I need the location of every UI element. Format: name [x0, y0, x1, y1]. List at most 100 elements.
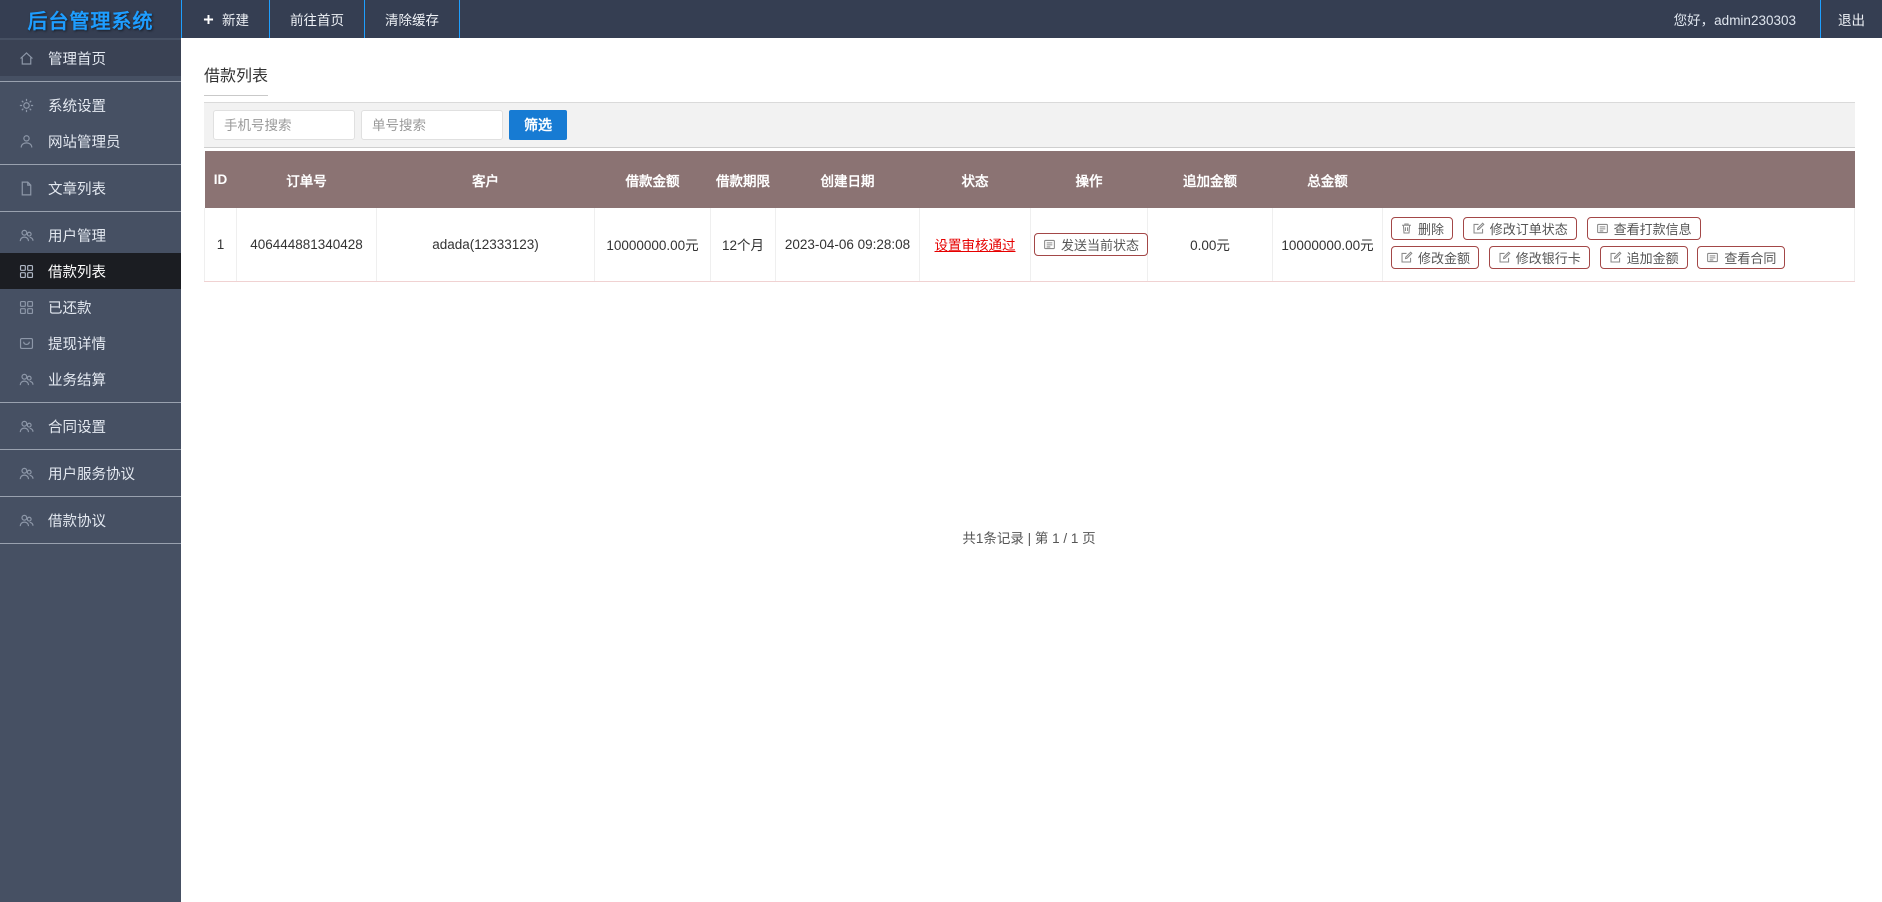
main-content: 借款列表 筛选 ID 订单号 客户 借款金额 借款期限 创建日期 — [181, 38, 1882, 902]
user-icon — [18, 133, 35, 150]
column-header-status: 状态 — [919, 151, 1031, 208]
sidebar-item-repaid[interactable]: 已还款 — [0, 289, 181, 325]
sidebar-item-label: 合同设置 — [48, 419, 106, 436]
column-header-extra-amount: 追加金额 — [1147, 151, 1273, 208]
users-icon — [18, 465, 35, 482]
topnav-new-button[interactable]: 新建 — [181, 0, 269, 38]
users-icon — [18, 227, 35, 244]
grid-icon — [18, 263, 35, 280]
topnav-new-label: 新建 — [222, 13, 249, 28]
cell-order-no: 406444881340428 — [236, 208, 377, 282]
topnav-clear-cache-label: 清除缓存 — [385, 13, 439, 28]
sidebar-item-label: 借款协议 — [48, 513, 106, 530]
sidebar-item-label: 业务结算 — [48, 372, 106, 389]
home-icon — [18, 50, 35, 67]
send-current-status-button[interactable]: 发送当前状态 — [1034, 232, 1149, 256]
edit-bank-card-button[interactable]: 修改银行卡 — [1488, 246, 1590, 270]
phone-search-input[interactable] — [213, 110, 355, 140]
sidebar-item-user-management[interactable]: 用户管理 — [0, 217, 181, 253]
delete-label: 删除 — [1418, 222, 1445, 238]
sidebar-item-label: 网站管理员 — [48, 134, 121, 151]
sidebar-item-site-admins[interactable]: 网站管理员 — [0, 123, 181, 159]
view-contract-button[interactable]: 查看合同 — [1697, 246, 1786, 270]
cell-status: 设置审核通过 — [919, 208, 1031, 282]
loan-table: ID 订单号 客户 借款金额 借款期限 创建日期 状态 操作 追加金额 总金额 … — [204, 151, 1855, 282]
sidebar-divider — [0, 164, 181, 165]
column-header-customer: 客户 — [376, 151, 595, 208]
sidebar-item-label: 文章列表 — [48, 181, 106, 198]
sidebar-item-label: 用户服务协议 — [48, 466, 135, 483]
app-logo: 后台管理系统 — [27, 10, 154, 33]
cell-total-amount: 10000000.00元 — [1272, 208, 1383, 282]
action-line-1: 删除 修改订单状态 查看打款信息 — [1388, 215, 1849, 244]
column-header-operation: 操作 — [1030, 151, 1148, 208]
column-header-actions — [1382, 151, 1855, 208]
trash-icon — [1400, 222, 1413, 235]
pagination: 共1条记录 | 第 1 / 1 页 — [962, 530, 1096, 546]
topbar: 后台管理系统 新建 前往首页 清除缓存 您好，admin230303 退出 — [0, 0, 1882, 38]
users-icon — [18, 418, 35, 435]
document-icon — [18, 180, 35, 197]
user-greeting: 您好，admin230303 — [1673, 13, 1796, 28]
topnav-front-page-button[interactable]: 前往首页 — [269, 0, 364, 38]
action-line-2: 修改金额 修改银行卡 追加金额 查看合同 — [1388, 244, 1849, 273]
topnav: 新建 前往首页 清除缓存 — [181, 0, 460, 38]
sidebar-divider — [0, 449, 181, 450]
cell-created-at: 2023-04-06 09:28:08 — [775, 208, 920, 282]
box-icon — [18, 335, 35, 352]
view-payment-info-button[interactable]: 查看打款信息 — [1586, 217, 1701, 241]
topnav-clear-cache-button[interactable]: 清除缓存 — [364, 0, 460, 38]
edit-bank-card-label: 修改银行卡 — [1515, 251, 1581, 267]
sidebar-item-system-settings[interactable]: 系统设置 — [0, 87, 181, 123]
sidebar-divider — [0, 81, 181, 82]
sidebar-divider — [0, 496, 181, 497]
plus-icon — [202, 13, 215, 26]
users-icon — [18, 512, 35, 529]
edit-order-status-button[interactable]: 修改订单状态 — [1462, 217, 1577, 241]
edit-icon — [1472, 222, 1485, 235]
table-row: 1 406444881340428 adada(12333123) 100000… — [204, 208, 1855, 282]
page-title: 借款列表 — [204, 62, 269, 96]
sidebar-item-label: 已还款 — [48, 300, 92, 317]
send-current-status-label: 发送当前状态 — [1061, 237, 1140, 253]
sidebar-item-admin-home[interactable]: 管理首页 — [0, 40, 181, 76]
sidebar-item-loan-list[interactable]: 借款列表 — [0, 253, 181, 289]
gear-icon — [18, 97, 35, 114]
table-header-row: ID 订单号 客户 借款金额 借款期限 创建日期 状态 操作 追加金额 总金额 — [204, 151, 1855, 208]
column-header-order-no: 订单号 — [236, 151, 377, 208]
cell-actions: 删除 修改订单状态 查看打款信息 修改金额 修改银行卡 追加金额 查看合同 — [1382, 208, 1855, 282]
cell-operation: 发送当前状态 — [1030, 208, 1149, 282]
sidebar-item-contract-settings[interactable]: 合同设置 — [0, 408, 181, 444]
filter-button[interactable]: 筛选 — [509, 110, 567, 140]
column-header-id: ID — [204, 151, 237, 208]
column-header-total-amount: 总金额 — [1272, 151, 1383, 208]
cell-loan-amount: 10000000.00元 — [594, 208, 711, 282]
add-amount-label: 追加金额 — [1626, 251, 1679, 267]
delete-button[interactable]: 删除 — [1391, 217, 1454, 241]
list-icon — [1043, 238, 1056, 251]
logout-button[interactable]: 退出 — [1820, 0, 1882, 38]
sidebar-divider — [0, 543, 181, 544]
edit-amount-label: 修改金额 — [1418, 251, 1471, 267]
status-link[interactable]: 设置审核通过 — [935, 238, 1016, 253]
users-icon — [18, 371, 35, 388]
sidebar: 管理首页 系统设置 网站管理员 文章列表 用户管理 借款列表 已还款 提现详情 … — [0, 38, 181, 902]
sidebar-item-label: 用户管理 — [48, 228, 106, 245]
cell-customer: adada(12333123) — [376, 208, 595, 282]
column-header-loan-amount: 借款金额 — [594, 151, 711, 208]
sidebar-item-label: 系统设置 — [48, 98, 106, 115]
sidebar-item-loan-agreement[interactable]: 借款协议 — [0, 502, 181, 538]
cell-loan-term: 12个月 — [710, 208, 776, 282]
sidebar-item-label: 提现详情 — [48, 336, 106, 353]
list-icon — [1706, 251, 1719, 264]
order-search-input[interactable] — [361, 110, 503, 140]
sidebar-item-article-list[interactable]: 文章列表 — [0, 170, 181, 206]
grid-icon — [18, 299, 35, 316]
edit-amount-button[interactable]: 修改金额 — [1391, 246, 1480, 270]
add-amount-button[interactable]: 追加金额 — [1599, 246, 1688, 270]
sidebar-item-user-service-agreement[interactable]: 用户服务协议 — [0, 455, 181, 491]
sidebar-item-business-settlement[interactable]: 业务结算 — [0, 361, 181, 397]
edit-icon — [1498, 251, 1511, 264]
sidebar-divider — [0, 402, 181, 403]
sidebar-item-withdrawal-details[interactable]: 提现详情 — [0, 325, 181, 361]
